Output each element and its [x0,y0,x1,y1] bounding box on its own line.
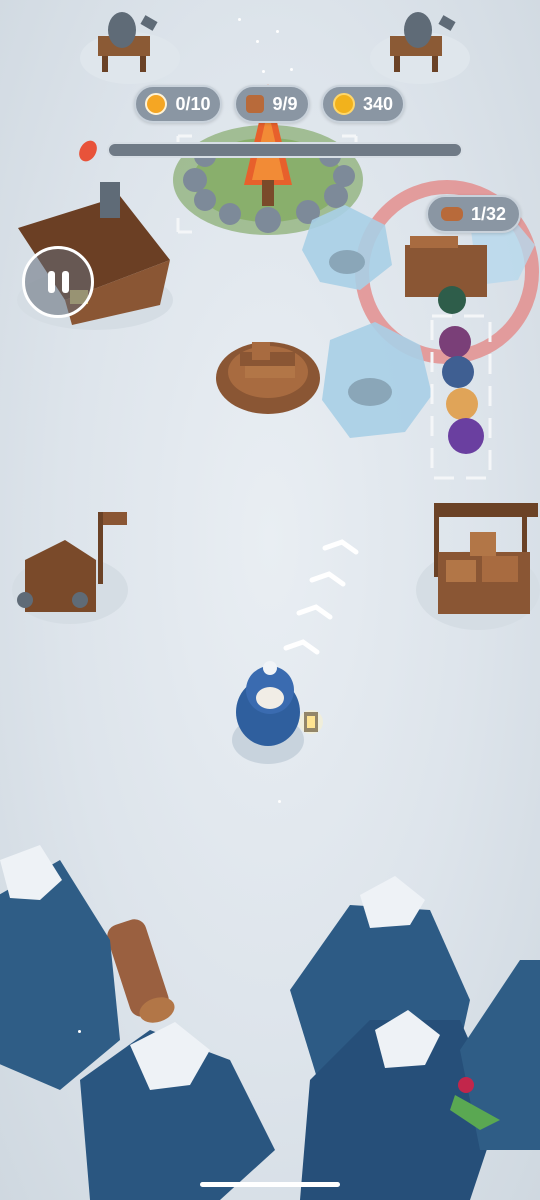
people-counter-label: 0/10 [175,93,211,114]
market-stall [416,503,540,630]
coin-counter: 340 [321,85,405,123]
ice-block-large [322,322,432,438]
log-icon [440,207,463,221]
game-scene [0,12,540,1200]
fire-progress-bar [107,142,463,158]
path-arrows [283,539,359,655]
pause-icon [47,271,69,293]
snowflake [290,68,293,71]
snowflake [238,18,241,21]
pine-trees [0,845,540,1200]
wood-cart [216,342,320,414]
villager-queue [430,286,492,480]
pause-button[interactable] [22,246,94,318]
queue-counter: 1/32 [426,195,521,233]
coin-icon [332,93,355,115]
home-indicator[interactable] [200,1182,340,1187]
wood-icon [246,95,265,113]
coin-counter-label: 340 [362,93,394,114]
snowflake [262,70,265,73]
person-icon [145,93,168,115]
wood-counter-label: 9/9 [272,93,298,114]
people-counter: 0/10 [134,85,222,123]
fire-icon [75,138,101,164]
snowflake [278,800,281,803]
wood-counter: 9/9 [234,85,310,123]
player-character [232,661,323,764]
snowflake [256,40,259,43]
snowflake [276,30,279,33]
queue-counter-label: 1/32 [470,203,507,224]
tent [12,512,128,624]
snowflake [78,1030,81,1033]
